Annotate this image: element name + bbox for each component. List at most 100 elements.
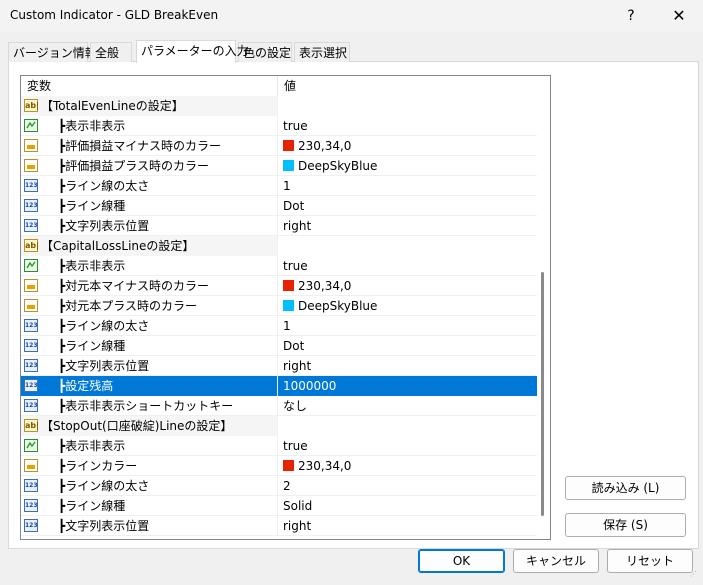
parameter-row[interactable]: ┣対元本プラス時のカラー DeepSkyBlue xyxy=(21,296,537,316)
group-label: 【TotalEvenLineの設定】 xyxy=(41,99,184,113)
parameter-row[interactable]: 123 ┣表示非表示ショートカットキー なし xyxy=(21,396,537,416)
parameter-label: ┣表示非表示 xyxy=(58,439,126,453)
parameter-value: なし xyxy=(283,399,308,413)
parameter-row[interactable]: ┣評価損益マイナス時のカラー 230,34,0 xyxy=(21,136,537,156)
column-header-value[interactable]: 値 xyxy=(278,76,537,96)
parameter-label: ┣対元本マイナス時のカラー xyxy=(58,279,209,293)
parameter-name-cell: ab| 【CapitalLossLineの設定】 xyxy=(21,236,278,256)
load-button[interactable]: 読み込み (L) xyxy=(565,476,686,500)
parameter-value-cell[interactable]: DeepSkyBlue xyxy=(278,156,537,176)
parameter-row[interactable]: ┣評価損益プラス時のカラー DeepSkyBlue xyxy=(21,156,537,176)
parameter-value: Dot xyxy=(283,339,305,353)
parameter-value-cell[interactable]: 2 xyxy=(278,476,537,496)
parameter-value-cell[interactable]: 1 xyxy=(278,176,537,196)
parameter-label: ┣表示非表示ショートカットキー xyxy=(58,399,234,413)
color-swatch xyxy=(283,300,294,311)
parameter-row[interactable]: 123 ┣設定残高 1000000 xyxy=(21,376,537,396)
parameter-row[interactable]: 123 ┣ライン線の太さ 1 xyxy=(21,316,537,336)
parameter-row[interactable]: ┣ラインカラー 230,34,0 xyxy=(21,456,537,476)
parameter-value-cell[interactable]: true xyxy=(278,436,537,456)
reset-button[interactable]: リセット xyxy=(607,549,693,573)
parameter-name-cell: ┣対元本マイナス時のカラー xyxy=(21,276,278,296)
tab-visualization[interactable]: 表示選択 xyxy=(294,42,350,62)
parameter-value-cell[interactable]: DeepSkyBlue xyxy=(278,296,537,316)
parameter-value: 230,34,0 xyxy=(298,139,352,153)
parameter-value-cell[interactable]: true xyxy=(278,256,537,276)
parameter-value: 230,34,0 xyxy=(298,279,352,293)
parameter-row[interactable]: 123 ┣文字列表示位置 right xyxy=(21,356,537,376)
parameter-value-cell[interactable]: 230,34,0 xyxy=(278,136,537,156)
parameter-value-cell[interactable]: true xyxy=(278,116,537,136)
parameter-row[interactable]: 123 ┣ライン線種 Dot xyxy=(21,336,537,356)
parameter-value-cell[interactable]: right xyxy=(278,216,537,236)
parameter-value-cell[interactable]: 230,34,0 xyxy=(278,276,537,296)
group-label: 【StopOut(口座破綻)Lineの設定】 xyxy=(41,419,233,433)
ab-string-icon: ab| xyxy=(24,419,40,432)
number-icon: 123 xyxy=(24,179,38,192)
parameter-value-cell[interactable]: 1000000 xyxy=(278,376,537,396)
number-icon: 123 xyxy=(24,499,38,512)
parameter-row[interactable]: 123 ┣文字列表示位置 right xyxy=(21,216,537,236)
parameter-label: ┣評価損益マイナス時のカラー xyxy=(58,139,221,153)
tab-general[interactable]: 全般 xyxy=(90,42,132,62)
parameter-name-cell: ┣評価損益プラス時のカラー xyxy=(21,156,278,176)
parameter-row[interactable]: 123 ┣ライン線の太さ 1 xyxy=(21,176,537,196)
ok-button[interactable]: OK xyxy=(418,549,505,573)
parameter-value: true xyxy=(283,439,308,453)
resize-grip-icon[interactable]: ⋰ xyxy=(690,571,700,582)
parameter-name-cell: ab| 【TotalEvenLineの設定】 xyxy=(21,96,278,116)
parameter-value: Solid xyxy=(283,499,313,513)
number-icon: 123 xyxy=(24,319,38,332)
parameter-value: 230,34,0 xyxy=(298,459,352,473)
group-row[interactable]: ab| 【StopOut(口座破綻)Lineの設定】 xyxy=(21,416,537,436)
parameter-name-cell: ┣表示非表示 xyxy=(21,256,278,276)
parameter-row[interactable]: ┣対元本マイナス時のカラー 230,34,0 xyxy=(21,276,537,296)
color-palette-icon xyxy=(24,159,38,172)
parameter-row[interactable]: 123 ┣ライン線の太さ 2 xyxy=(21,476,537,496)
parameter-row[interactable]: 123 ┣ライン線種 Dot xyxy=(21,196,537,216)
parameter-label: ┣評価損益プラス時のカラー xyxy=(58,159,209,173)
grid-header: 変数 値 xyxy=(21,76,537,96)
parameter-row[interactable]: ┣表示非表示 true xyxy=(21,256,537,276)
parameter-row[interactable]: ┣表示非表示 true xyxy=(21,436,537,456)
parameter-value: true xyxy=(283,119,308,133)
parameter-value: right xyxy=(283,359,312,373)
parameter-value: true xyxy=(283,259,308,273)
group-row[interactable]: ab| 【CapitalLossLineの設定】 xyxy=(21,236,537,256)
parameter-grid[interactable]: 変数 値 ab| 【TotalEvenLineの設定】 ┣表示非表示 true ┣評価損… xyxy=(20,75,551,540)
scrollbar-thumb[interactable] xyxy=(541,272,544,516)
parameter-name-cell: ┣表示非表示 xyxy=(21,436,278,456)
parameter-name-cell: 123 ┣ライン線の太さ xyxy=(21,176,278,196)
parameter-value-cell[interactable]: right xyxy=(278,356,537,376)
close-button[interactable]: ✕ xyxy=(656,0,702,32)
parameter-value-cell[interactable]: 1 xyxy=(278,316,537,336)
parameter-value-cell[interactable]: なし xyxy=(278,396,537,416)
parameter-row[interactable]: 123 ┣ライン線種 Solid xyxy=(21,496,537,516)
parameter-value: right xyxy=(283,219,312,233)
parameter-value: 2 xyxy=(283,479,291,493)
number-icon: 123 xyxy=(24,379,38,392)
help-button[interactable]: ? xyxy=(608,0,654,32)
parameter-label: ┣表示非表示 xyxy=(58,259,126,273)
number-icon: 123 xyxy=(24,479,38,492)
cancel-button[interactable]: キャンセル xyxy=(513,549,599,573)
parameter-label: ┣ライン線の太さ xyxy=(58,479,150,493)
tab-version-info[interactable]: バージョン情報 xyxy=(8,42,97,62)
parameter-value-cell[interactable]: Solid xyxy=(278,496,537,516)
number-icon: 123 xyxy=(24,359,38,372)
parameter-value-cell[interactable]: 230,34,0 xyxy=(278,456,537,476)
bool-toggle-icon xyxy=(24,119,38,132)
parameter-value-cell[interactable]: Dot xyxy=(278,196,537,216)
parameter-row[interactable]: 123 ┣文字列表示位置 right xyxy=(21,516,537,536)
column-header-variable[interactable]: 変数 xyxy=(21,76,278,96)
parameter-value-cell[interactable]: Dot xyxy=(278,336,537,356)
parameter-name-cell: 123 ┣表示非表示ショートカットキー xyxy=(21,396,278,416)
parameter-name-cell: 123 ┣文字列表示位置 xyxy=(21,516,278,536)
tab-parameters[interactable]: パラメーターの入力 xyxy=(136,40,249,63)
parameter-value-cell[interactable]: right xyxy=(278,516,537,536)
parameter-row[interactable]: ┣表示非表示 true xyxy=(21,116,537,136)
save-button[interactable]: 保存 (S) xyxy=(565,513,686,537)
group-row[interactable]: ab| 【TotalEvenLineの設定】 xyxy=(21,96,537,116)
parameter-label: ┣表示非表示 xyxy=(58,119,126,133)
parameter-label: ┣文字列表示位置 xyxy=(58,219,150,233)
